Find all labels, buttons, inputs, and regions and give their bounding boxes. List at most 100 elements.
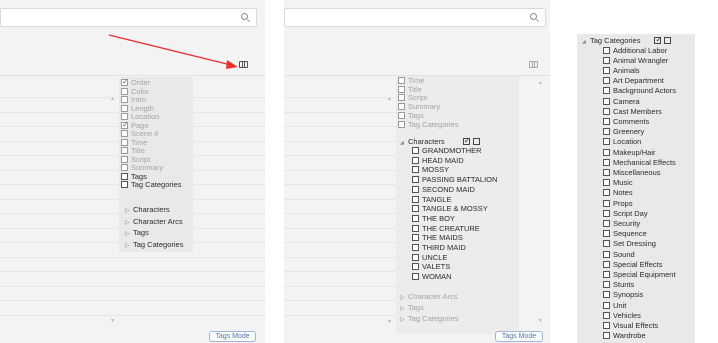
- character-option[interactable]: THE CREATURE: [412, 224, 480, 233]
- group-character-arcs[interactable]: ▷ Character Arcs: [125, 217, 183, 226]
- checkbox[interactable]: [603, 199, 610, 207]
- checkbox[interactable]: [121, 172, 128, 180]
- checkbox[interactable]: [398, 111, 405, 119]
- expand-triangle-icon[interactable]: ▷: [125, 230, 133, 239]
- column-option[interactable]: Tag Categories: [398, 120, 458, 129]
- checkbox[interactable]: [603, 77, 610, 85]
- checkbox[interactable]: [603, 189, 610, 197]
- expand-triangle-icon[interactable]: ▷: [125, 207, 133, 216]
- character-option[interactable]: VALETS: [412, 262, 450, 271]
- tag-category-option[interactable]: Synopsis: [603, 290, 643, 299]
- tag-category-option[interactable]: Notes: [603, 188, 633, 197]
- group-tags[interactable]: ▷ Tags: [125, 228, 149, 237]
- tag-category-option[interactable]: Makeup/Hair: [603, 148, 656, 157]
- select-all-checkbox[interactable]: [654, 35, 662, 44]
- character-option[interactable]: WOMAN: [412, 272, 452, 281]
- tag-category-option[interactable]: Special Effects: [603, 260, 662, 269]
- checkbox[interactable]: [603, 250, 610, 258]
- tag-category-option[interactable]: Sound: [603, 250, 635, 259]
- group-tag-categories[interactable]: ▷ Tag Categories: [400, 314, 458, 323]
- search-icon[interactable]: [241, 13, 248, 20]
- checkbox[interactable]: [412, 253, 419, 261]
- checkbox[interactable]: [412, 214, 419, 222]
- scroll-down-arrow[interactable]: ▼: [387, 319, 392, 325]
- tag-category-option[interactable]: Animals: [603, 66, 640, 75]
- checkbox[interactable]: [398, 103, 405, 111]
- checkbox[interactable]: [412, 205, 419, 213]
- tag-category-option[interactable]: Cast Members: [603, 107, 662, 116]
- checkbox[interactable]: [398, 85, 405, 93]
- column-option[interactable]: Title: [398, 85, 422, 94]
- checkbox[interactable]: [603, 281, 610, 289]
- scroll-down-arrow[interactable]: ▼: [110, 318, 115, 324]
- checkbox[interactable]: [412, 263, 419, 271]
- checkbox[interactable]: [603, 291, 610, 299]
- checkbox[interactable]: [398, 77, 405, 84]
- expand-triangle-icon[interactable]: ▷: [400, 316, 408, 325]
- tag-category-option[interactable]: Mechanical Effects: [603, 158, 676, 167]
- search-input-2[interactable]: [284, 8, 546, 27]
- character-option[interactable]: PASSING BATTALION: [412, 175, 497, 184]
- checkbox[interactable]: [603, 107, 610, 115]
- tag-category-option[interactable]: Location: [603, 137, 641, 146]
- checkbox[interactable]: [398, 94, 405, 102]
- column-option[interactable]: Summary: [398, 102, 440, 111]
- character-option[interactable]: GRANDMOTHER: [412, 146, 482, 155]
- character-option[interactable]: TANGLE: [412, 195, 451, 204]
- tag-category-option[interactable]: Greenery: [603, 127, 644, 136]
- tag-category-option[interactable]: Music: [603, 178, 633, 187]
- checkbox[interactable]: [603, 311, 610, 319]
- checkbox[interactable]: [121, 104, 128, 112]
- checkbox[interactable]: [412, 185, 419, 193]
- expand-triangle-icon[interactable]: ▷: [400, 294, 408, 303]
- tag-category-option[interactable]: Vehicles: [603, 311, 641, 320]
- checkbox[interactable]: [603, 260, 610, 268]
- tag-category-option[interactable]: Props: [603, 199, 633, 208]
- tag-category-option[interactable]: Miscellaneous: [603, 168, 661, 177]
- tag-category-option[interactable]: Security: [603, 219, 640, 228]
- tag-category-option[interactable]: Special Equipment: [603, 270, 676, 279]
- tag-category-option[interactable]: Animal Wrangler: [603, 56, 668, 65]
- tags-mode-button[interactable]: Tags Mode: [495, 331, 543, 342]
- checkbox[interactable]: [603, 87, 610, 95]
- expand-triangle-icon[interactable]: ▷: [400, 305, 408, 314]
- tag-category-option[interactable]: Unit: [603, 301, 626, 310]
- checkbox[interactable]: [603, 148, 610, 156]
- tag-category-option[interactable]: Background Actors: [603, 86, 676, 95]
- tag-category-option[interactable]: Camera: [603, 97, 640, 106]
- checkbox[interactable]: [603, 56, 610, 64]
- checkbox[interactable]: [603, 301, 610, 309]
- checkbox[interactable]: [412, 244, 419, 251]
- tag-category-option[interactable]: Set Dressing: [603, 239, 656, 248]
- tag-category-option[interactable]: Comments: [603, 117, 649, 126]
- checkbox[interactable]: [603, 128, 610, 136]
- select-none-checkbox[interactable]: [664, 37, 672, 44]
- checkbox[interactable]: [121, 155, 128, 163]
- column-option[interactable]: Script: [398, 93, 427, 102]
- character-option[interactable]: MOSSY: [412, 165, 449, 174]
- characters-header[interactable]: ◢ Characters: [400, 136, 480, 148]
- tag-category-option[interactable]: Sequence: [603, 229, 647, 238]
- collapse-triangle-icon[interactable]: ◢: [400, 139, 408, 148]
- select-all-checkbox[interactable]: [462, 136, 470, 145]
- tag-category-option[interactable]: Visual Effects: [603, 321, 658, 330]
- checkbox[interactable]: [121, 138, 128, 146]
- character-option[interactable]: THE MAIDS: [412, 233, 463, 242]
- checkbox[interactable]: [412, 156, 419, 164]
- tag-category-option[interactable]: Stunts: [603, 280, 634, 289]
- checkbox[interactable]: [398, 120, 405, 128]
- column-option[interactable]: Tag Categories: [121, 180, 181, 189]
- checkbox[interactable]: [412, 166, 419, 174]
- checkbox[interactable]: [603, 158, 610, 166]
- checkbox[interactable]: [603, 219, 610, 227]
- checkbox[interactable]: [121, 96, 128, 103]
- checkbox[interactable]: [121, 87, 128, 95]
- checkbox[interactable]: [412, 176, 419, 184]
- checkbox[interactable]: [603, 270, 610, 278]
- character-option[interactable]: SECOND MAID: [412, 185, 475, 194]
- checkbox[interactable]: [412, 195, 419, 203]
- checkbox[interactable]: [603, 66, 610, 74]
- checkbox[interactable]: [412, 224, 419, 232]
- checkbox[interactable]: [412, 234, 419, 242]
- scroll-up-arrow-2[interactable]: ▲: [538, 80, 543, 86]
